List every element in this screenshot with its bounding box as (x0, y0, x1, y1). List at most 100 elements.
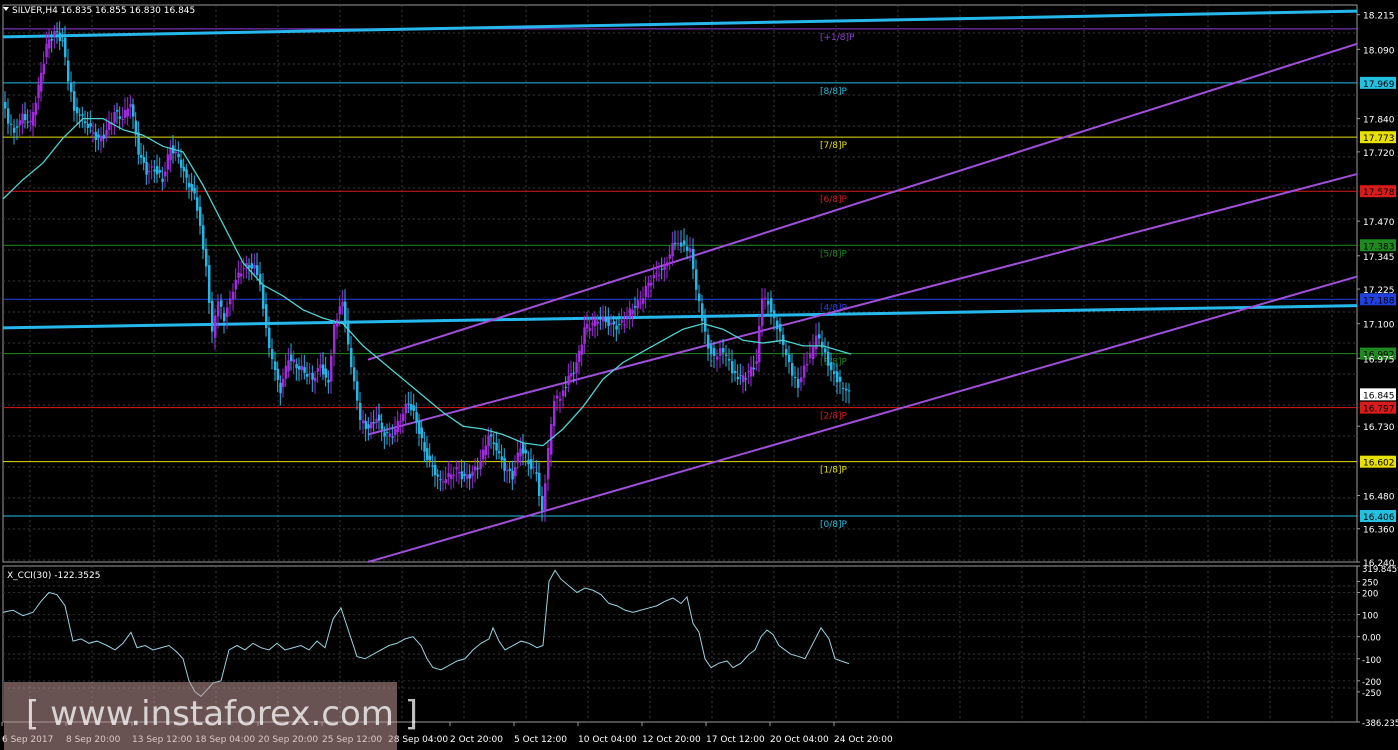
symbol-header: SILVER,H4 16.835 16.855 16.830 16.845 (12, 6, 195, 16)
candle-body (668, 254, 672, 259)
candle-body (500, 456, 504, 461)
price-badge-label: 17.383 (1363, 242, 1395, 252)
candle-body (418, 420, 421, 435)
price-tick-label: 17.100 (1363, 321, 1395, 331)
cci-tick-label: -386.2351 (1362, 719, 1398, 729)
symbol-dropdown-icon[interactable] (3, 7, 9, 11)
candle-body (588, 328, 592, 331)
candle-body (707, 334, 710, 349)
candle-body (532, 466, 536, 468)
candle-body (341, 301, 344, 307)
candle-body (444, 478, 448, 484)
candle-body (431, 465, 434, 467)
candle-body (716, 356, 719, 360)
watermark-logo: [ www.instaforex.com ] (4, 682, 418, 750)
murrey-label: [1/8]P (820, 466, 848, 476)
candle-body (158, 170, 162, 173)
candle-body (319, 364, 322, 369)
candle-body (359, 402, 362, 421)
candle-body (4, 101, 7, 109)
candle-body (10, 123, 13, 125)
candle-body (482, 449, 485, 460)
time-tick-label: 10 Oct 04:00 (578, 735, 637, 745)
cci-tick-label: -250 (1362, 689, 1381, 699)
cci-tick-label: 319.8459 (1362, 565, 1398, 575)
candle-body (116, 109, 119, 112)
candle-body (689, 248, 692, 253)
candle-body (166, 154, 170, 170)
candle-body (578, 350, 581, 363)
candle-body (153, 169, 156, 172)
candle-body (636, 300, 640, 309)
candle-body (824, 348, 827, 353)
candle-body (725, 354, 728, 356)
candle-body (386, 431, 389, 433)
candle-body (547, 447, 550, 480)
murrey-label: [5/8]P (820, 249, 848, 259)
candle-body (402, 413, 405, 421)
candle-body (677, 242, 680, 245)
candle-body (506, 470, 509, 472)
candle-body (663, 266, 666, 270)
candle-body (316, 368, 320, 372)
candle-body (78, 114, 82, 116)
candle-body (256, 265, 259, 276)
candle-body (626, 317, 629, 319)
murrey-levels: [+1/8]P[8/8]P[7/8]P[6/8]P[5/8]P[4/8]P[3/… (3, 28, 1357, 530)
candle-body (185, 169, 188, 178)
candle-body (336, 319, 339, 327)
candle-body (692, 248, 695, 270)
candle-body (463, 473, 466, 476)
candle-body (190, 184, 194, 192)
candle-body (356, 381, 359, 401)
candle-body (380, 422, 384, 430)
candle-body (634, 306, 637, 308)
price-pane-frame (2, 4, 1358, 563)
candle-body (722, 348, 725, 353)
price-tick-label: 18.090 (1363, 46, 1395, 56)
price-axis: 18.215 18.090 17.969 17.840 17.773 17.720 17.5… (1357, 12, 1398, 729)
candle-body (375, 418, 378, 423)
candle-body (511, 470, 514, 480)
candle-body (655, 272, 658, 274)
candle-body (58, 32, 62, 41)
price-tick-label: 16.730 (1363, 423, 1395, 433)
candle-body (812, 346, 815, 360)
candle-body (522, 442, 525, 454)
price-tick-label: 18.215 (1363, 12, 1395, 22)
candle-body (848, 390, 851, 392)
candle-body (695, 269, 698, 290)
candle-body (604, 318, 608, 323)
current-price-label: 16.845 (1363, 391, 1395, 401)
murrey-label: [+1/8]P (820, 33, 855, 43)
candle-body (544, 483, 547, 511)
trend-lines (2, 9, 1358, 563)
candle-body (468, 473, 472, 479)
candle-body (73, 91, 76, 111)
moving-average-line (2, 117, 852, 447)
candle-body (180, 159, 183, 168)
candle-body (541, 496, 544, 511)
candle-body (150, 166, 154, 168)
candle-body (407, 403, 410, 405)
candle-body (217, 301, 220, 317)
candle-body (53, 30, 56, 37)
candle-body (64, 37, 67, 58)
candle-body (508, 468, 512, 471)
candle-body (94, 131, 98, 141)
candle-body (830, 362, 833, 371)
cci-tick-label: 250 (1362, 578, 1378, 588)
candle-body (490, 434, 493, 437)
candle-body (583, 327, 586, 344)
candle-body (524, 449, 528, 454)
candle-body (615, 325, 618, 330)
candle-body (324, 368, 328, 378)
candle-body (56, 31, 59, 33)
price-tick-label: 17.720 (1363, 149, 1395, 159)
candle-body (279, 382, 282, 394)
candle-body (484, 445, 488, 455)
candle-body (599, 317, 602, 320)
candle-body (450, 474, 453, 480)
candle-body (372, 422, 376, 424)
candle-body (750, 366, 753, 377)
